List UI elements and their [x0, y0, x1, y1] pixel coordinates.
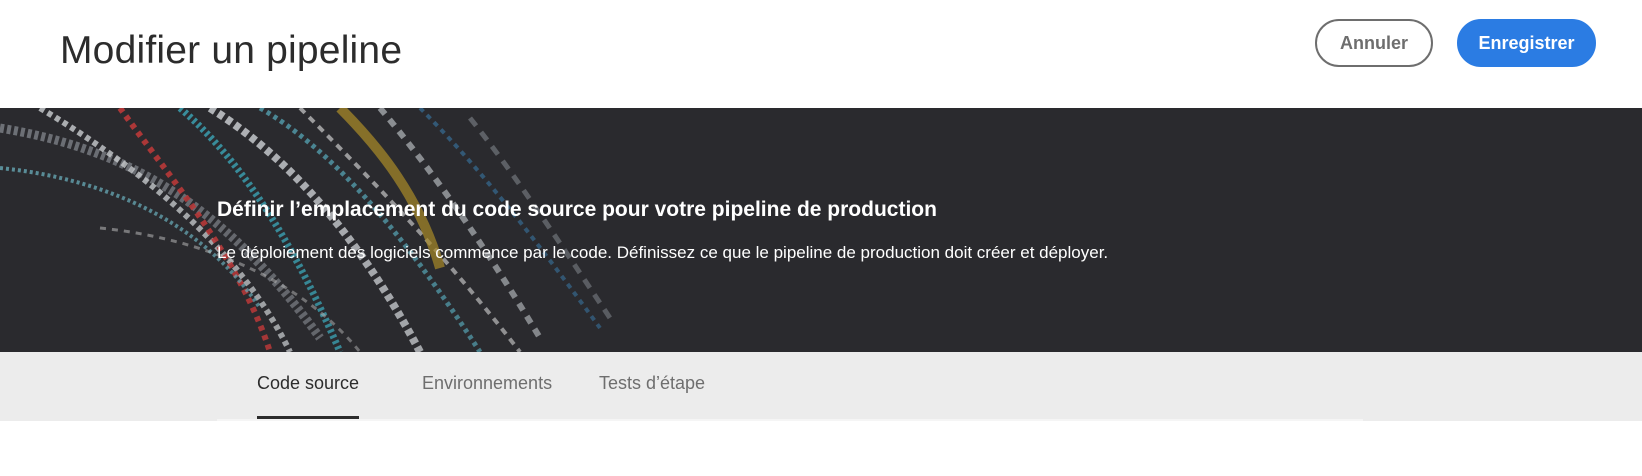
hero-banner: Définir l’emplacement du code source pou…: [0, 108, 1642, 352]
tab-list: Code source Environnements Tests d’étape: [217, 352, 1363, 421]
cancel-button[interactable]: Annuler: [1315, 19, 1433, 67]
tab-environments[interactable]: Environnements: [422, 373, 552, 419]
banner-text: Définir l’emplacement du code source pou…: [217, 196, 1108, 265]
tab-stage-tests[interactable]: Tests d’étape: [599, 373, 705, 419]
tabs-bar: Code source Environnements Tests d’étape: [0, 352, 1642, 421]
page-title: Modifier un pipeline: [60, 29, 403, 72]
save-button[interactable]: Enregistrer: [1457, 19, 1596, 67]
tab-source-code[interactable]: Code source: [257, 373, 360, 419]
page-header: Modifier un pipeline Annuler Enregistrer: [0, 0, 1642, 108]
banner-description: Le déploiement des logiciels commence pa…: [217, 243, 1109, 262]
banner-heading: Définir l’emplacement du code source pou…: [217, 198, 937, 221]
header-actions: Annuler Enregistrer: [1315, 19, 1596, 67]
